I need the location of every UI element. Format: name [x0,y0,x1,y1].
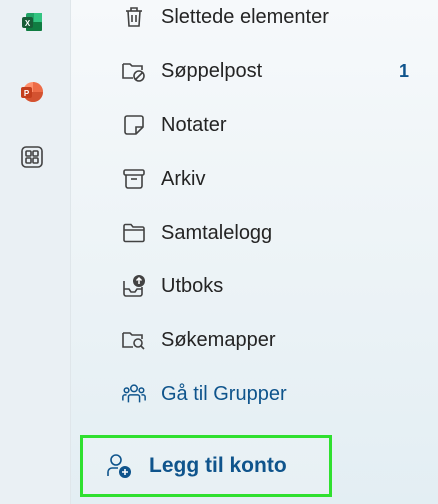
add-account-label: Legg til konto [149,454,287,477]
folder-slettede-elementer[interactable]: Slettede elementer [121,0,438,37]
svg-text:X: X [25,19,31,28]
go-to-groups-link[interactable]: Gå til Grupper [121,374,438,414]
folder-label: Arkiv [161,167,206,190]
folder-soppelpost[interactable]: Søppelpost 1 [121,51,438,91]
folder-label: Slettede elementer [161,5,329,28]
archive-icon [121,166,147,192]
add-person-icon [105,452,133,480]
add-account-button[interactable]: Legg til konto [80,435,332,497]
folder-pane: Slettede elementer Søppelpost 1 Notater [70,0,438,504]
outbox-icon [121,273,147,299]
groups-link-label: Gå til Grupper [161,382,287,405]
excel-icon[interactable]: X [20,10,44,34]
folder-sokemapper[interactable]: Søkemapper [121,320,438,360]
folder-utboks[interactable]: Utboks [121,266,438,306]
folder-label: Utboks [161,274,224,297]
apps-grid-icon[interactable] [20,145,44,169]
folder-label: Samtalelogg [161,221,273,244]
folder-label: Søppelpost [161,59,263,82]
search-folder-icon [121,327,147,353]
folder-samtalelogg[interactable]: Samtalelogg [121,213,438,253]
trash-icon [121,4,147,30]
app-rail: X P [0,0,70,504]
folder-arkiv[interactable]: Arkiv [121,159,438,199]
folder-icon [121,220,147,246]
folder-notater[interactable]: Notater [121,105,438,145]
powerpoint-icon[interactable]: P [20,80,44,104]
unread-count-badge: 1 [398,60,409,81]
folder-label: Notater [161,113,227,136]
junk-folder-icon [121,58,147,84]
folder-label: Søkemapper [161,328,276,351]
people-group-icon [121,381,147,407]
note-icon [121,112,147,138]
svg-text:P: P [24,89,30,98]
